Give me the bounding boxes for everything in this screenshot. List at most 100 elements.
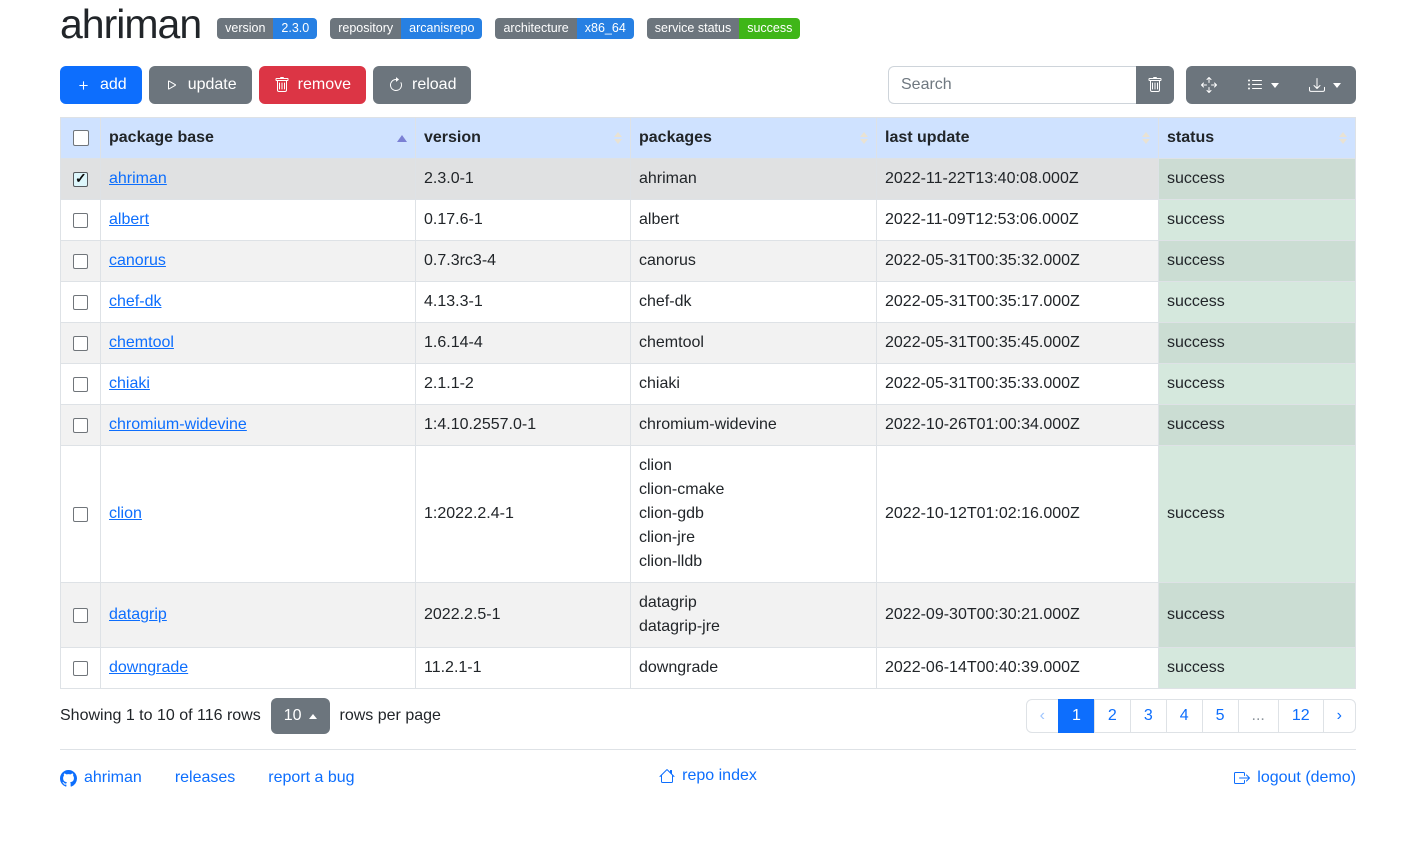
report-bug-link[interactable]: report a bug [268, 769, 354, 787]
pagination-page-2[interactable]: 2 [1094, 699, 1131, 733]
pagination: ‹12345...12› [1027, 699, 1356, 733]
table-row[interactable]: canorus 0.7.3rc3-4 canorus 2022-05-31T00… [61, 241, 1356, 282]
table-row[interactable]: datagrip 2022.2.5-1 datagripdatagrip-jre… [61, 583, 1356, 648]
cell-package-base: datagrip [101, 583, 416, 648]
pagination-next[interactable]: › [1323, 699, 1356, 733]
pagination-item: ‹ [1026, 699, 1059, 733]
cell-packages: chemtool [631, 323, 877, 364]
columns-dropdown-button[interactable] [1232, 66, 1294, 104]
sort-both-icon [614, 132, 622, 144]
row-checkbox[interactable] [73, 418, 88, 433]
cell-status: success [1159, 364, 1356, 405]
cell-version: 1:2022.2.4-1 [416, 446, 631, 583]
update-button-label: update [188, 74, 237, 96]
cell-packages: downgrade [631, 648, 877, 689]
search-input[interactable] [888, 66, 1136, 104]
column-header-status[interactable]: status [1159, 118, 1356, 159]
repo-index-link[interactable]: repo index [659, 767, 757, 785]
logout-link[interactable]: logout (demo) [1234, 769, 1356, 787]
cell-last-update: 2022-06-14T00:40:39.000Z [877, 648, 1159, 689]
package-name: datagrip-jre [639, 615, 868, 639]
row-checkbox[interactable] [73, 661, 88, 676]
package-base-link[interactable]: downgrade [109, 659, 188, 676]
cell-package-base: downgrade [101, 648, 416, 689]
package-base-link[interactable]: chromium-widevine [109, 416, 247, 433]
cell-last-update: 2022-05-31T00:35:17.000Z [877, 282, 1159, 323]
reload-button[interactable]: reload [373, 66, 471, 104]
logout-icon [1234, 770, 1250, 786]
arrows-move-icon [1201, 77, 1217, 93]
cell-package-base: ahriman [101, 159, 416, 200]
row-checkbox[interactable] [73, 608, 88, 623]
package-name: clion [639, 454, 868, 478]
table-row[interactable]: downgrade 11.2.1-1 downgrade 2022-06-14T… [61, 648, 1356, 689]
pagination-page-4[interactable]: 4 [1166, 699, 1203, 733]
package-base-link[interactable]: chef-dk [109, 293, 161, 310]
remove-button[interactable]: remove [259, 66, 366, 104]
column-header-version[interactable]: version [416, 118, 631, 159]
row-checkbox[interactable] [73, 172, 88, 187]
package-base-link[interactable]: canorus [109, 252, 166, 269]
select-all-header[interactable] [61, 118, 101, 159]
badge-label: version [217, 18, 273, 40]
cell-version: 2.3.0-1 [416, 159, 631, 200]
table-row[interactable]: chef-dk 4.13.3-1 chef-dk 2022-05-31T00:3… [61, 282, 1356, 323]
row-select-cell [61, 648, 101, 689]
cell-package-base: albert [101, 200, 416, 241]
row-checkbox[interactable] [73, 377, 88, 392]
package-name: clion-gdb [639, 502, 868, 526]
row-select-cell [61, 446, 101, 583]
toolbar-actions: add update remove reload [60, 66, 471, 104]
cell-version: 11.2.1-1 [416, 648, 631, 689]
github-icon [60, 770, 77, 787]
add-button[interactable]: add [60, 66, 142, 104]
row-checkbox[interactable] [73, 507, 88, 522]
table-row[interactable]: chemtool 1.6.14-4 chemtool 2022-05-31T00… [61, 323, 1356, 364]
releases-link[interactable]: releases [175, 769, 235, 787]
package-base-link[interactable]: ahriman [109, 170, 167, 187]
package-base-link[interactable]: chiaki [109, 375, 150, 392]
clear-search-button[interactable] [1136, 66, 1174, 104]
page-size-button[interactable]: 10 [271, 698, 330, 734]
row-checkbox[interactable] [73, 213, 88, 228]
table-row[interactable]: clion 1:2022.2.4-1 clionclion-cmakeclion… [61, 446, 1356, 583]
table-row[interactable]: ahriman 2.3.0-1 ahriman 2022-11-22T13:40… [61, 159, 1356, 200]
select-all-checkbox[interactable] [73, 130, 89, 146]
pagination-page-5[interactable]: 5 [1202, 699, 1239, 733]
columns-list-icon [1247, 77, 1263, 93]
pagination-prev[interactable]: ‹ [1026, 699, 1059, 733]
package-base-link[interactable]: chemtool [109, 334, 174, 351]
pagination-page-1[interactable]: 1 [1058, 699, 1095, 733]
update-button[interactable]: update [149, 66, 252, 104]
table-row[interactable]: chiaki 2.1.1-2 chiaki 2022-05-31T00:35:3… [61, 364, 1356, 405]
pagination-page-12[interactable]: 12 [1278, 699, 1324, 733]
logout-label: logout (demo) [1257, 769, 1356, 787]
package-name: clion-cmake [639, 478, 868, 502]
github-link[interactable]: ahriman [60, 769, 142, 787]
add-button-label: add [100, 74, 127, 96]
cell-status: success [1159, 446, 1356, 583]
table-row[interactable]: chromium-widevine 1:4.10.2557.0-1 chromi… [61, 405, 1356, 446]
fullscreen-button[interactable] [1186, 66, 1232, 104]
column-header-packages[interactable]: packages [631, 118, 877, 159]
footer-divider [60, 749, 1356, 750]
footer-links: ahriman releases report a bug [60, 769, 659, 787]
pagination-item: 3 [1130, 699, 1167, 733]
row-checkbox[interactable] [73, 254, 88, 269]
package-base-link[interactable]: datagrip [109, 606, 167, 623]
row-select-cell [61, 364, 101, 405]
pagination-page-3[interactable]: 3 [1130, 699, 1167, 733]
cell-status: success [1159, 241, 1356, 282]
column-header-last_update[interactable]: last update [877, 118, 1159, 159]
package-base-link[interactable]: albert [109, 211, 149, 228]
table-row[interactable]: albert 0.17.6-1 albert 2022-11-09T12:53:… [61, 200, 1356, 241]
row-checkbox[interactable] [73, 336, 88, 351]
export-dropdown-button[interactable] [1294, 66, 1356, 104]
row-checkbox[interactable] [73, 295, 88, 310]
package-base-link[interactable]: clion [109, 505, 142, 522]
cell-last-update: 2022-10-26T01:00:34.000Z [877, 405, 1159, 446]
cell-status: success [1159, 405, 1356, 446]
cell-last-update: 2022-11-09T12:53:06.000Z [877, 200, 1159, 241]
column-header-package_base[interactable]: package base [101, 118, 416, 159]
cell-packages: chiaki [631, 364, 877, 405]
